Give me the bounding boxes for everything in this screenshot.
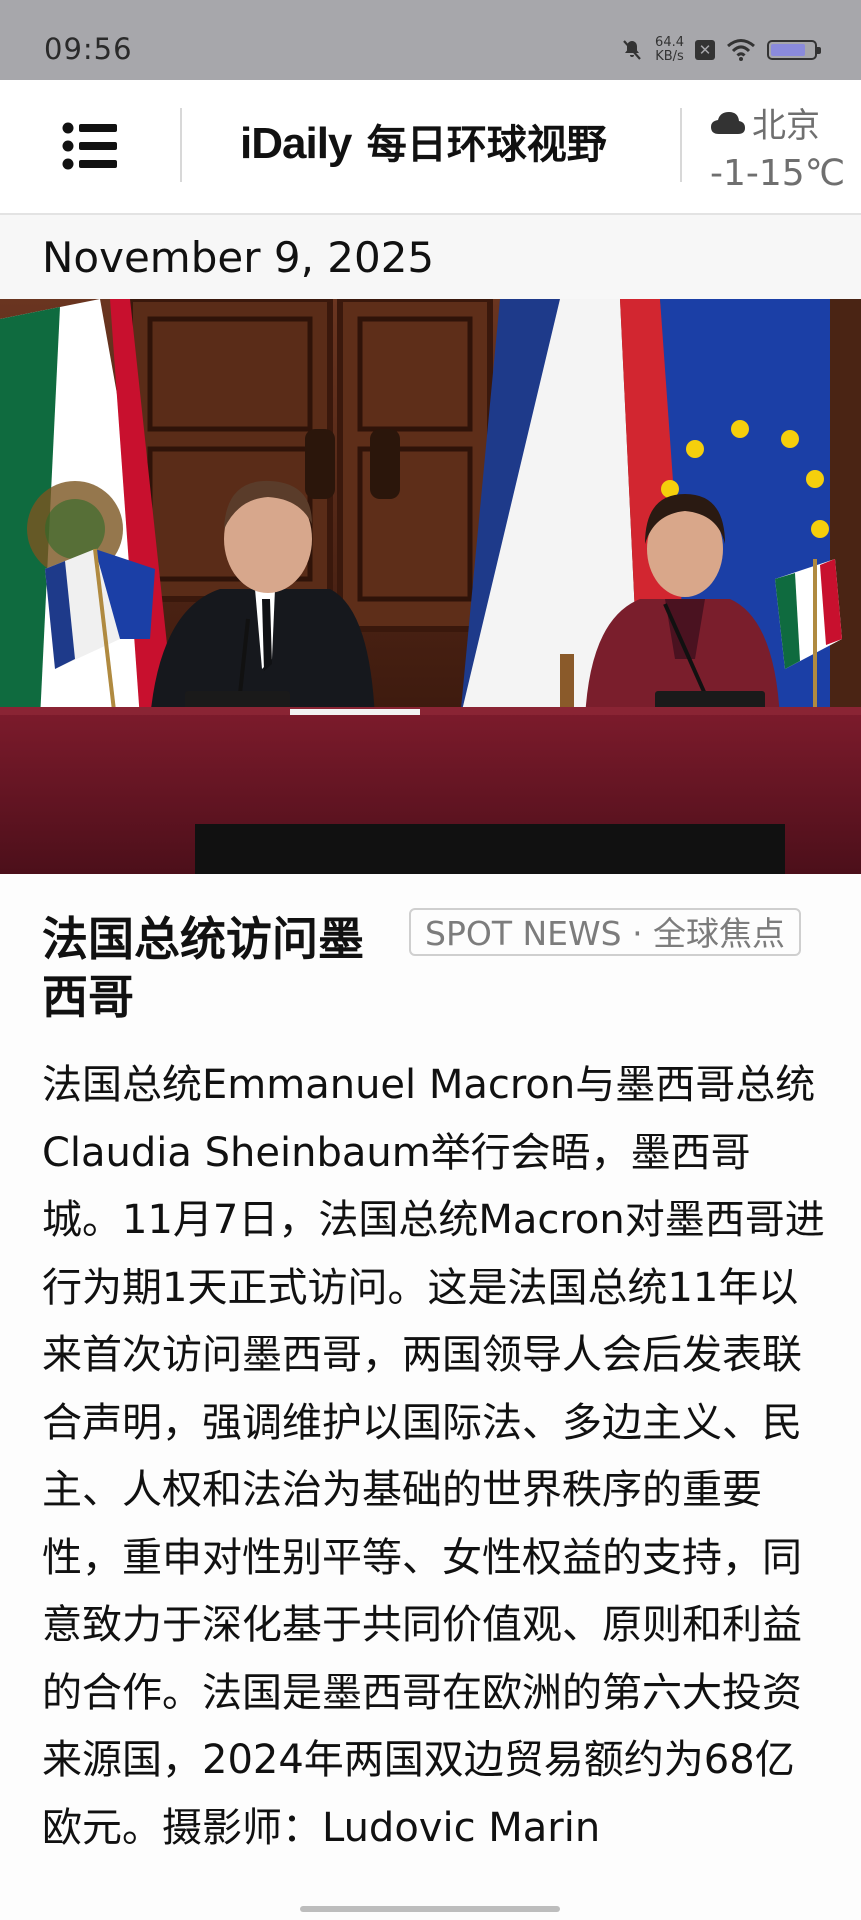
brand-latin: iDaily	[240, 119, 352, 168]
weather-temp: -1-15℃	[710, 153, 846, 194]
brand-logo: iDaily 每日环球视野	[240, 112, 607, 170]
news-photo-illustration	[0, 299, 861, 874]
network-speed-unit: KB/s	[655, 49, 684, 64]
mute-icon	[623, 40, 641, 60]
menu-icon[interactable]	[62, 122, 118, 170]
category-tag[interactable]: SPOT NEWS · 全球焦点	[409, 908, 802, 956]
article-title: 法国总统访问墨西哥	[42, 912, 364, 1024]
battery-icon	[767, 40, 821, 60]
article-section: 法国总统访问墨西哥 SPOT NEWS · 全球焦点 法国总统Emmanuel …	[0, 874, 861, 1920]
cloud-icon	[711, 111, 745, 134]
article-date: November 9, 2025	[42, 233, 435, 282]
header-divider-left	[180, 108, 182, 182]
date-band: November 9, 2025	[0, 215, 861, 299]
brand-cn: 每日环球视野	[366, 121, 607, 168]
app-header: iDaily 每日环球视野 北京 -1-15℃	[0, 80, 861, 215]
network-speed: 64.4 KB/s	[655, 36, 684, 64]
status-bar: 09:56 64.4 KB/s ✕	[0, 0, 861, 80]
home-indicator[interactable]	[300, 1906, 560, 1912]
weather-city: 北京	[752, 106, 820, 146]
network-speed-value: 64.4	[655, 35, 684, 50]
wifi-icon	[727, 39, 755, 61]
news-photo[interactable]	[0, 299, 861, 874]
status-icons: 64.4 KB/s ✕	[620, 32, 821, 68]
weather-widget[interactable]: 北京 -1-15℃	[710, 98, 845, 194]
sim-off-icon: ✕	[695, 40, 715, 60]
header-divider-right	[680, 108, 682, 182]
article-body: 法国总统Emmanuel Macron与墨西哥总统Claudia Sheinba…	[42, 1062, 825, 1851]
status-time: 09:56	[44, 32, 133, 66]
